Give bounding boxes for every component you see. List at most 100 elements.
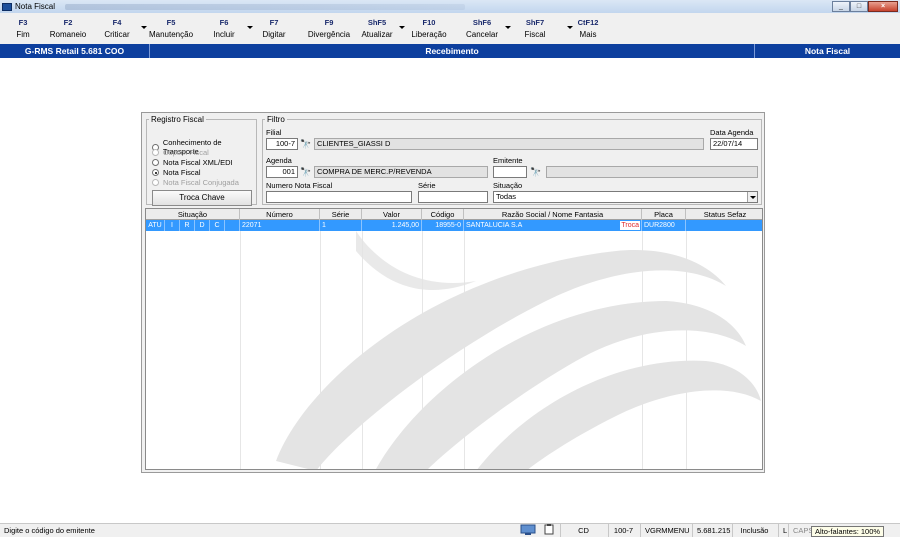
fkey-shortcut: F2 [63,18,73,27]
main-panel: Registro Fiscal Conhecimento de Transpor… [141,112,765,473]
col-placa-veiculo[interactable]: Placa Veículo [642,209,686,230]
status-mode: Inclusão [732,524,776,537]
radio-nota-fiscal[interactable]: Nota Fiscal [152,168,201,177]
fkey-shortcut: F9 [324,18,334,27]
situacao-select[interactable]: Todas [493,191,758,203]
numero-nota-input[interactable] [266,191,412,203]
filial-name-field: CLIENTES_GIASSI D [314,138,704,150]
col-valor[interactable]: Valor [362,209,422,220]
emitente-name-field [546,166,758,178]
background-watermark [276,231,761,469]
radio-button-icon [152,149,159,156]
status-bar: Digite o código do emitente CD 100-7 VGR… [0,523,900,537]
filtro-group: Filtro Filial 100-7 🔭 CLIENTES_GIASSI D … [262,115,762,205]
col-serie[interactable]: Série [320,209,362,220]
header-bar: G-RMS Retail 5.681 COO Recebimento Nota … [0,44,900,58]
fkey-libera-o[interactable]: F10 Liberação [398,13,460,44]
window-controls: _ □ × [832,1,898,12]
fkey-label: Liberação [411,30,447,39]
maximize-icon[interactable]: □ [850,1,868,12]
radio-label: Nota Fiscal [163,168,201,177]
title-bar-blurred-area [65,3,466,10]
fkey-label: Incluir [213,30,235,39]
col-situacao[interactable]: Situação [146,209,240,220]
cell-razao-social: SANTALUCIA S.A Troca [464,220,642,231]
fkey-label: Atualizar [361,30,393,39]
cell-valor: 1.245,00 [362,220,422,231]
col-razao-social[interactable]: Razão Social / Nome Fantasia [464,209,642,220]
cell-status-sefaz [686,220,762,231]
agenda-code-input[interactable]: 001 [266,166,298,178]
fkey-mais[interactable]: CtF12 Mais [566,13,610,44]
function-key-toolbar: F3 Fim F2 Romaneio F4 Criticar F5 Manutenção F6 I… [0,13,900,44]
fkey-shortcut: CtF12 [577,18,599,27]
data-agenda-input[interactable]: 22/07/14 [710,138,758,150]
fkey-manuten-o[interactable]: F5 Manutenção [140,13,202,44]
flag-r: R [180,220,195,231]
serie-input[interactable] [418,191,488,203]
system-version: G-RMS Retail 5.681 COO [0,44,150,58]
notas-grid[interactable]: Situação Número Série Valor Código Razão… [145,208,763,470]
serie-label: Série [418,181,436,190]
status-caps: CAPS [788,524,813,537]
razao-social-text: SANTALUCIA S.A [466,222,523,229]
module-title: Recebimento [425,46,479,56]
fkey-shortcut: F3 [18,18,28,27]
radio-button-icon [152,159,159,166]
situacao-selected-value: Todas [496,192,517,201]
fkey-fim[interactable]: F3 Fim [4,13,42,44]
status-cd: CD [560,524,606,537]
chevron-down-icon[interactable] [747,192,757,202]
cell-codigo: 18955-0 [422,220,464,231]
grid-header: Situação Número Série Valor Código Razão… [146,209,762,230]
data-agenda-label: Data Agenda [710,128,754,137]
emitente-search-binoculars-icon[interactable]: 🔭 [530,166,542,178]
fkey-incluir[interactable]: F6 Incluir [202,13,253,44]
fkey-label: Cancelar [465,30,498,39]
flag-atu: ATU [146,220,165,231]
col-codigo[interactable]: Código [422,209,464,220]
app-icon [2,2,12,11]
emitente-label: Emitente [493,156,523,165]
fkey-digitar[interactable]: F7 Digitar [246,13,302,44]
title-bar: Nota Fiscal _ □ × [0,0,900,13]
status-version: 5.681.215 [692,524,730,537]
minimize-icon[interactable]: _ [832,1,850,12]
flag-i: I [165,220,180,231]
filial-search-binoculars-icon[interactable]: 🔭 [300,138,312,150]
fkey-label: Romaneio [49,30,87,39]
close-icon[interactable]: × [868,1,898,12]
fkey-criticar[interactable]: F4 Criticar [94,13,147,44]
clipboard-icon [540,524,556,537]
radio-nota-fiscal-conjugada: Nota Fiscal Conjugada [152,178,239,187]
status-filial: 100-7 [608,524,638,537]
emitente-code-input[interactable] [493,166,527,178]
screen-title: Nota Fiscal [754,44,900,58]
table-row[interactable]: ATU I R D C 22071 1 1.245,00 18955-0 SAN… [146,220,762,231]
fkey-shortcut: F4 [112,18,122,27]
fkey-shortcut: F6 [219,18,229,27]
status-menu: VGRMMENU [640,524,690,537]
fkey-cancelar[interactable]: ShF6 Cancelar [460,13,511,44]
radio-nota-fiscal-xml-edi[interactable]: Nota Fiscal XML/EDI [152,158,233,167]
radio-label: Nota Fiscal Conjugada [163,178,239,187]
col-status-sefaz[interactable]: Status Sefaz [686,209,762,220]
fkey-label: Fim [16,30,30,39]
fkey-atualizar[interactable]: ShF5 Atualizar [356,13,405,44]
fkey-diverg-ncia[interactable]: F9 Divergência [302,13,356,44]
agenda-search-binoculars-icon[interactable]: 🔭 [300,166,312,178]
fkey-romaneio[interactable]: F2 Romaneio [42,13,94,44]
status-message: Digite o código do emitente [4,526,95,535]
col-numero[interactable]: Número [240,209,320,220]
troca-badge: Troca [620,221,640,230]
cell-numero: 22071 [240,220,320,231]
numero-nota-label: Numero Nota Fiscal [266,181,333,190]
fkey-shortcut: F10 [422,18,436,27]
situacao-label: Situação [493,181,523,190]
filial-code-input[interactable]: 100-7 [266,138,298,150]
troca-chave-button[interactable]: Troca Chave [152,190,252,206]
agenda-description-field: COMPRA DE MERC.P/REVENDA [314,166,488,178]
fkey-shortcut: ShF5 [367,18,387,27]
fkey-fiscal[interactable]: ShF7 Fiscal [504,13,573,44]
status-l: L [778,524,788,537]
